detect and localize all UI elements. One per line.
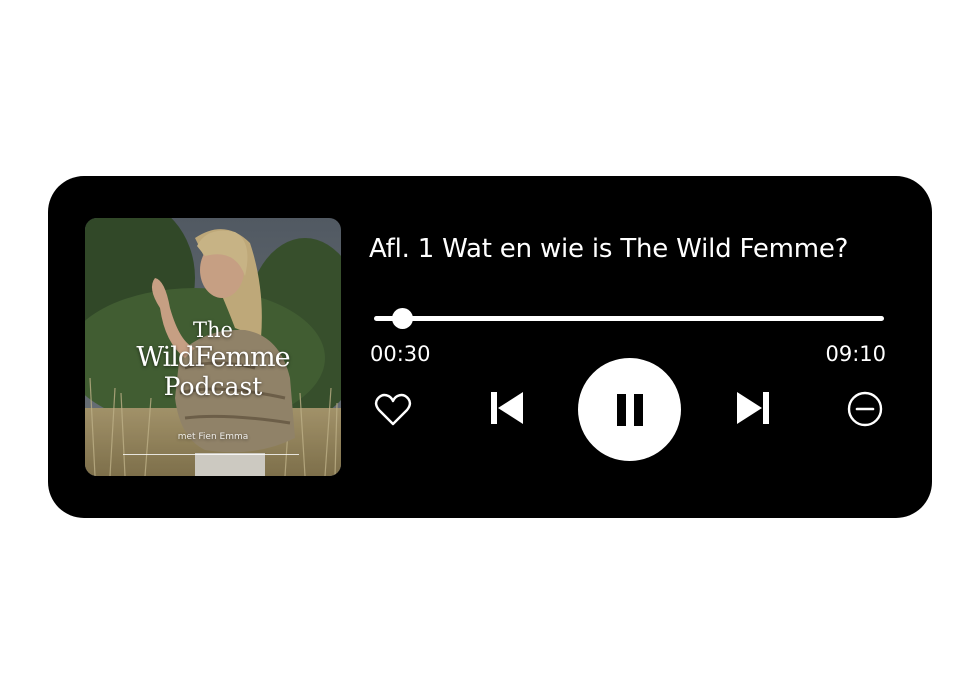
progress-thumb[interactable] [391,308,413,329]
skip-previous-icon [491,392,523,424]
minus-circle-icon [847,391,883,427]
elapsed-time: 00:30 [370,342,431,366]
cover-byline: met Fien Emma [177,432,249,442]
cover-divider [123,454,299,455]
remove-button[interactable] [845,389,885,429]
total-time: 09:10 [825,342,886,366]
podcast-cover-art: The WildFemme Podcast met Fien Emma [85,218,341,476]
like-button[interactable] [373,390,413,430]
cover-title-line-1: The [193,318,233,342]
cover-title-line-2: WildFemme [136,342,290,373]
progress-track[interactable] [374,316,884,321]
heart-outline-icon [374,393,412,426]
episode-title: Afl. 1 Wat en wie is The Wild Femme? [369,234,849,264]
play-pause-button[interactable] [578,358,681,461]
next-track-button[interactable] [734,388,772,428]
pause-icon [616,393,643,426]
previous-track-button[interactable] [488,388,526,428]
music-player: The WildFemme Podcast met Fien Emma Afl.… [48,176,932,518]
cover-title-line-3: Podcast [163,372,263,401]
skip-next-icon [737,392,769,424]
